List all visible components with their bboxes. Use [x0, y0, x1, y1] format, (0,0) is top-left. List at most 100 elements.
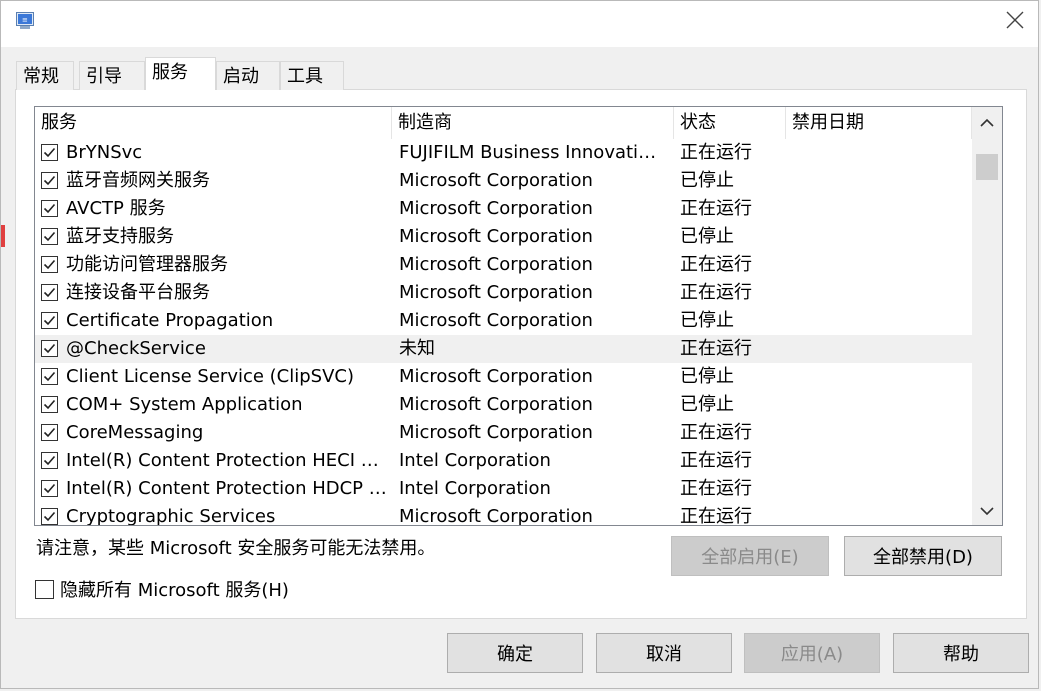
- ok-button[interactable]: 确定: [447, 633, 583, 673]
- service-manufacturer: Intel Corporation: [399, 450, 551, 471]
- service-status: 正在运行: [680, 478, 752, 499]
- service-name: 蓝牙支持服务: [66, 226, 174, 247]
- help-button[interactable]: 帮助: [893, 633, 1029, 673]
- vertical-scrollbar[interactable]: [972, 107, 1002, 525]
- service-checkbox[interactable]: [41, 508, 58, 525]
- table-row[interactable]: CoreMessaging Microsoft Corporation 正在运行: [35, 419, 972, 447]
- service-name: 蓝牙音频网关服务: [66, 170, 210, 191]
- column-header-status[interactable]: 状态: [674, 107, 786, 139]
- service-manufacturer: Microsoft Corporation: [399, 254, 593, 275]
- title-bar: ≡: [1, 1, 1038, 47]
- enable-all-button[interactable]: 全部启用(E): [671, 536, 829, 576]
- service-status: 正在运行: [680, 198, 752, 219]
- table-row[interactable]: 蓝牙支持服务 Microsoft Corporation 已停止: [35, 223, 972, 251]
- service-status: 已停止: [680, 394, 734, 415]
- checkbox-box[interactable]: [35, 579, 54, 599]
- service-name: Intel(R) Content Protection HECI Ser...: [66, 450, 388, 471]
- service-manufacturer: Intel Corporation: [399, 478, 551, 499]
- service-checkbox[interactable]: [41, 144, 58, 161]
- service-status: 正在运行: [680, 338, 752, 359]
- table-row[interactable]: 蓝牙音频网关服务 Microsoft Corporation 已停止: [35, 167, 972, 195]
- service-manufacturer: Microsoft Corporation: [399, 506, 593, 526]
- service-checkbox[interactable]: [41, 228, 58, 245]
- tab-tools[interactable]: 工具: [280, 61, 344, 90]
- table-row[interactable]: Certificate Propagation Microsoft Corpora…: [35, 307, 972, 335]
- service-status: 正在运行: [680, 450, 752, 471]
- service-checkbox[interactable]: [41, 200, 58, 217]
- table-row[interactable]: BrYNSvc FUJIFILM Business Innovation ... 正…: [35, 139, 972, 167]
- apply-button[interactable]: 应用(A): [744, 633, 880, 673]
- table-row[interactable]: Cryptographic Services Microsoft Corporat…: [35, 503, 972, 526]
- service-checkbox[interactable]: [41, 312, 58, 329]
- service-status: 正在运行: [680, 282, 752, 303]
- tab-boot[interactable]: 引导: [79, 61, 145, 90]
- service-status: 正在运行: [680, 254, 752, 275]
- service-checkbox[interactable]: [41, 284, 58, 301]
- edge-marker: [1, 225, 5, 247]
- column-header-disabled-date[interactable]: 禁用日期: [786, 107, 972, 139]
- disable-all-button[interactable]: 全部禁用(D): [844, 536, 1002, 576]
- service-checkbox[interactable]: [41, 172, 58, 189]
- service-manufacturer: Microsoft Corporation: [399, 310, 593, 331]
- service-name: @CheckService: [66, 338, 206, 359]
- cancel-button[interactable]: 取消: [596, 633, 732, 673]
- table-row[interactable]: 连接设备平台服务 Microsoft Corporation 正在运行: [35, 279, 972, 307]
- service-status: 已停止: [680, 310, 734, 331]
- service-checkbox[interactable]: [41, 452, 58, 469]
- service-status: 正在运行: [680, 506, 752, 526]
- chevron-up-icon: [980, 112, 994, 133]
- table-row[interactable]: Intel(R) Content Protection HDCP Se... In…: [35, 475, 972, 503]
- scroll-thumb[interactable]: [976, 154, 998, 180]
- service-name: AVCTP 服务: [66, 198, 166, 219]
- service-manufacturer: Microsoft Corporation: [399, 422, 593, 443]
- service-manufacturer: Microsoft Corporation: [399, 394, 593, 415]
- tab-general[interactable]: 常规: [16, 61, 74, 90]
- service-checkbox[interactable]: [41, 480, 58, 497]
- service-name: 连接设备平台服务: [66, 282, 210, 303]
- tab-services[interactable]: 服务: [145, 57, 216, 90]
- service-manufacturer: Microsoft Corporation: [399, 198, 593, 219]
- scroll-down-button[interactable]: [972, 495, 1002, 525]
- service-status: 正在运行: [680, 142, 752, 163]
- service-status: 已停止: [680, 170, 734, 191]
- service-name: 功能访问管理器服务: [66, 254, 228, 275]
- service-name: BrYNSvc: [66, 142, 143, 163]
- tab-startup[interactable]: 启动: [216, 61, 280, 90]
- close-icon: [1006, 11, 1024, 34]
- list-rows: BrYNSvc FUJIFILM Business Innovation ... 正…: [35, 139, 972, 526]
- service-manufacturer: Microsoft Corporation: [399, 226, 593, 247]
- table-row[interactable]: COM+ System Application Microsoft Corpora…: [35, 391, 972, 419]
- service-status: 已停止: [680, 226, 734, 247]
- service-checkbox[interactable]: [41, 396, 58, 413]
- service-name: Client License Service (ClipSVC): [66, 366, 355, 387]
- list-header: 服务 制造商 状态 禁用日期: [35, 107, 972, 139]
- column-header-service[interactable]: 服务: [35, 107, 392, 139]
- service-checkbox[interactable]: [41, 340, 58, 357]
- table-row[interactable]: Client License Service (ClipSVC) Microsof…: [35, 363, 972, 391]
- hide-microsoft-services-checkbox[interactable]: 隐藏所有 Microsoft 服务(H): [35, 578, 289, 601]
- close-button[interactable]: [1000, 7, 1030, 37]
- table-row[interactable]: Intel(R) Content Protection HECI Ser... I…: [35, 447, 972, 475]
- service-name: Certificate Propagation: [66, 310, 274, 331]
- system-configuration-window: ≡ 常规 引导 服务 启动 工具 服务 制造商 状态 禁用日期 BrYNSvc F…: [0, 0, 1039, 689]
- table-row[interactable]: @CheckService 未知 正在运行: [35, 335, 972, 363]
- service-manufacturer: Microsoft Corporation: [399, 170, 593, 191]
- service-checkbox[interactable]: [41, 424, 58, 441]
- svg-text:≡: ≡: [22, 16, 28, 24]
- service-manufacturer: FUJIFILM Business Innovation ...: [399, 142, 667, 163]
- scroll-up-button[interactable]: [972, 107, 1002, 137]
- service-checkbox[interactable]: [41, 368, 58, 385]
- security-note: 请注意，某些 Microsoft 安全服务可能无法禁用。: [36, 538, 436, 559]
- service-name: Intel(R) Content Protection HDCP Se...: [66, 478, 388, 499]
- chevron-down-icon: [980, 500, 994, 521]
- service-name: Cryptographic Services: [66, 506, 276, 526]
- hide-microsoft-services-label: 隐藏所有 Microsoft 服务(H): [60, 580, 289, 601]
- service-status: 正在运行: [680, 422, 752, 443]
- service-checkbox[interactable]: [41, 256, 58, 273]
- services-list[interactable]: 服务 制造商 状态 禁用日期 BrYNSvc FUJIFILM Business …: [34, 106, 1003, 526]
- service-status: 已停止: [680, 366, 734, 387]
- table-row[interactable]: AVCTP 服务 Microsoft Corporation 正在运行: [35, 195, 972, 223]
- table-row[interactable]: 功能访问管理器服务 Microsoft Corporation 正在运行: [35, 251, 972, 279]
- column-header-manufacturer[interactable]: 制造商: [392, 107, 674, 139]
- msconfig-icon: ≡: [16, 12, 36, 30]
